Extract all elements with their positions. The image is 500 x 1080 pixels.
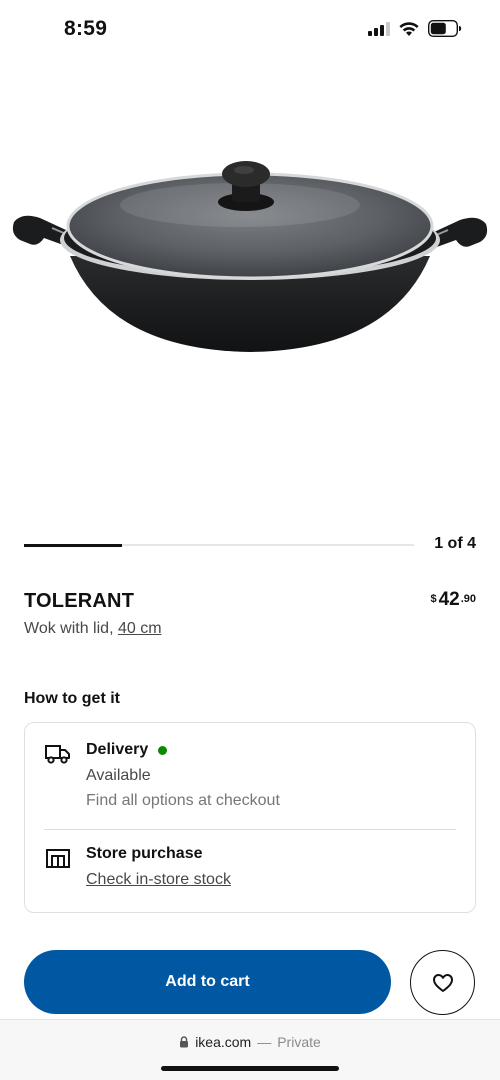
delivery-title-text: Delivery xyxy=(86,741,149,758)
url-domain: ikea.com xyxy=(195,1034,252,1050)
delivery-status: Available xyxy=(86,767,151,784)
status-bar: 8:59 xyxy=(0,0,500,60)
delivery-note: Find all options at checkout xyxy=(86,792,280,809)
price-currency: $ xyxy=(430,593,437,605)
battery-icon xyxy=(428,20,462,37)
delivery-truck-icon xyxy=(45,745,70,764)
product-type: Wok with lid, xyxy=(24,620,118,637)
heart-icon xyxy=(432,973,453,992)
cellular-signal-icon xyxy=(368,21,390,36)
status-time: 8:59 xyxy=(64,17,108,40)
favorite-button[interactable] xyxy=(410,950,475,1015)
add-to-cart-button[interactable]: Add to cart xyxy=(24,950,391,1014)
product-size-link[interactable]: 40 cm xyxy=(118,620,162,637)
how-to-get-it-title: How to get it xyxy=(24,690,120,707)
lock-icon xyxy=(180,1036,189,1048)
private-mode-label: Private xyxy=(277,1034,321,1050)
check-in-store-stock-link[interactable]: Check in-store stock xyxy=(86,871,231,889)
carousel-track xyxy=(24,543,414,547)
address-bar[interactable]: ikea.com — Private xyxy=(0,1034,500,1050)
wifi-icon xyxy=(399,21,419,36)
home-indicator[interactable] xyxy=(161,1066,339,1071)
availability-card: Delivery Available Find all options at c… xyxy=(24,722,476,913)
store-icon xyxy=(46,849,70,868)
delivery-title: Delivery xyxy=(86,741,168,759)
status-icons xyxy=(368,20,462,37)
carousel-counter: 1 of 4 xyxy=(434,535,476,552)
price-cents: .90 xyxy=(460,593,476,605)
price-main: 42 xyxy=(438,589,460,610)
product-image[interactable] xyxy=(0,140,500,380)
availability-status-dot xyxy=(158,745,168,755)
url-separator: — xyxy=(257,1034,272,1050)
store-purchase-title: Store purchase xyxy=(86,845,203,862)
product-description: Wok with lid, 40 cm xyxy=(24,620,162,638)
product-name: TOLERANT xyxy=(24,590,135,612)
product-price: $ 42 .90 xyxy=(430,589,476,611)
carousel-progress xyxy=(24,543,122,547)
image-carousel-indicator: 1 of 4 xyxy=(24,532,476,558)
card-divider xyxy=(44,829,456,830)
browser-bar: ikea.com — Private xyxy=(0,1019,500,1080)
